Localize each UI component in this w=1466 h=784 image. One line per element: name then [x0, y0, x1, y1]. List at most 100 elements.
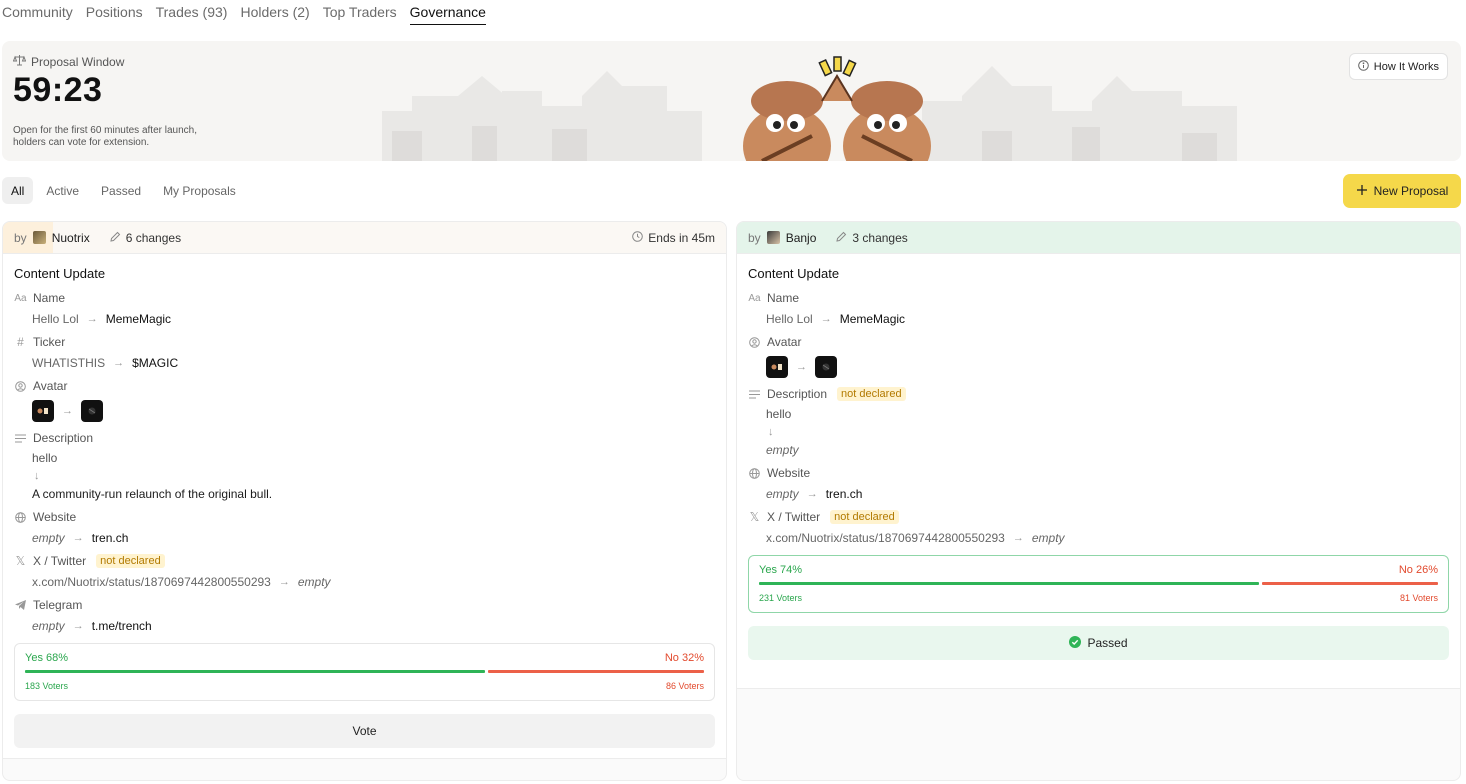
field-ticker: # Ticker WHATISTHIS → $MAGIC	[14, 335, 715, 370]
arrow-right-icon: →	[806, 488, 818, 500]
avatar-new	[81, 400, 103, 422]
proposal-window-label: Proposal Window	[12, 54, 124, 69]
vote-results: Yes 74% No 26% 231 Voters 81 Voters	[748, 555, 1449, 613]
text-icon: Aa	[748, 292, 761, 304]
yes-percent: Yes 74%	[759, 564, 803, 576]
info-icon	[1357, 59, 1369, 74]
field-twitter: 𝕏X / Twitter not declared x.com/Nuotrix/s…	[15, 554, 331, 589]
not-declared-badge: not declared	[96, 554, 165, 568]
arrow-right-icon: →	[820, 313, 832, 325]
tab-top-traders[interactable]: Top Traders	[323, 0, 397, 25]
changes-count: 6 changes	[110, 231, 181, 245]
vote-bar	[759, 582, 1438, 585]
user-circle-icon	[14, 380, 27, 393]
avatar-new	[815, 356, 837, 378]
filter-passed[interactable]: Passed	[92, 177, 150, 204]
field-telegram: Telegram empty → t.me/trench	[14, 598, 715, 633]
field-website: Website empty → tren.ch	[748, 466, 1449, 501]
filter-my-proposals[interactable]: My Proposals	[154, 177, 245, 204]
banner-illustration	[382, 56, 1237, 161]
arrow-right-icon: →	[278, 576, 290, 588]
author-avatar	[766, 231, 780, 244]
no-bar	[487, 670, 704, 673]
lines-icon	[748, 388, 761, 401]
not-declared-badge: not declared	[830, 510, 899, 524]
field-description: Description hello ↓ A community-run rela…	[14, 431, 715, 501]
check-circle-icon	[1069, 635, 1082, 651]
avatar-old	[766, 356, 788, 378]
clock-icon	[632, 231, 644, 245]
arrow-down-icon: ↓	[768, 426, 774, 438]
changes-count: 3 changes	[836, 231, 908, 245]
proposal-title: Content Update	[748, 266, 840, 281]
banner-description: Open for the first 60 minutes after laun…	[13, 125, 197, 148]
new-proposal-button[interactable]: New Proposal	[1343, 174, 1461, 208]
vote-bar	[25, 670, 704, 673]
no-voters: 86 Voters	[665, 681, 704, 691]
top-tabs: Community Positions Trades (93) Holders …	[2, 0, 486, 26]
author-name[interactable]: Banjo	[786, 231, 817, 245]
pencil-icon	[110, 231, 121, 245]
field-twitter: 𝕏X / Twitter not declared x.com/Nuotrix/s…	[749, 510, 1065, 545]
telegram-icon	[14, 599, 27, 612]
tab-community[interactable]: Community	[2, 0, 73, 25]
arrow-right-icon: →	[113, 357, 125, 369]
vote-results: Yes 68% No 32% 183 Voters 86 Voters	[14, 643, 715, 701]
filter-active[interactable]: Active	[37, 177, 88, 204]
arrow-down-icon: ↓	[34, 470, 40, 482]
x-logo-icon: 𝕏	[749, 510, 760, 524]
countdown-timer: 59:23	[13, 71, 103, 109]
ends-in: Ends in 45m	[632, 231, 715, 245]
proposal-header: by Nuotrix 6 changes Ends in 45m	[3, 222, 726, 254]
field-name: Aa Name Hello Lol → MemeMagic	[748, 291, 906, 326]
no-percent: No 26%	[1398, 564, 1438, 576]
proposal-card: by Banjo 3 changes Content Update Aa Name…	[736, 221, 1461, 781]
field-description: Description not declared hello ↓ empty	[748, 387, 1449, 457]
tab-holders[interactable]: Holders (2)	[240, 0, 309, 25]
no-bar	[1262, 582, 1438, 585]
x-logo-icon: 𝕏	[15, 554, 26, 568]
proposal-header: by Banjo 3 changes	[737, 222, 1460, 254]
how-it-works-button[interactable]: How It Works	[1348, 53, 1448, 80]
vote-button[interactable]: Vote	[14, 714, 715, 748]
yes-voters: 231 Voters	[759, 593, 803, 603]
filter-all[interactable]: All	[2, 177, 34, 204]
arrow-right-icon: →	[796, 361, 807, 373]
globe-icon	[748, 467, 761, 480]
passed-status: Passed	[748, 626, 1449, 660]
proposal-filters: All Active Passed My Proposals	[2, 177, 245, 204]
proposal-body: Content Update Aa Name Hello Lol → MemeMagi…	[3, 254, 726, 759]
field-website: Website empty → tren.ch	[14, 510, 715, 545]
field-avatar: Avatar →	[14, 379, 715, 422]
tab-trades[interactable]: Trades (93)	[156, 0, 228, 25]
scale-icon	[12, 54, 27, 69]
avatar-old	[32, 400, 54, 422]
user-circle-icon	[748, 336, 761, 349]
yes-bar	[759, 582, 1260, 585]
text-icon: Aa	[14, 292, 27, 304]
no-voters: 81 Voters	[1399, 593, 1438, 603]
field-avatar: Avatar →	[748, 335, 1449, 378]
proposal-window-banner: Proposal Window 59:23 Open for the first…	[2, 41, 1461, 161]
arrow-right-icon: →	[72, 620, 84, 632]
proposal-body: Content Update Aa Name Hello Lol → MemeMagi…	[737, 254, 1460, 689]
not-declared-badge: not declared	[837, 387, 906, 401]
lines-icon	[14, 432, 27, 445]
proposal-card: by Nuotrix 6 changes Ends in 45m Content…	[2, 221, 727, 781]
tab-governance[interactable]: Governance	[409, 0, 486, 25]
author-avatar	[32, 231, 46, 244]
proposal-title: Content Update	[14, 266, 106, 281]
plus-icon	[1356, 184, 1368, 199]
author-name[interactable]: Nuotrix	[52, 231, 90, 245]
arrow-right-icon: →	[1012, 532, 1024, 544]
tab-positions[interactable]: Positions	[86, 0, 143, 25]
no-percent: No 32%	[664, 652, 704, 664]
yes-percent: Yes 68%	[25, 652, 69, 664]
arrow-right-icon: →	[72, 532, 84, 544]
globe-icon	[14, 511, 27, 524]
yes-voters: 183 Voters	[25, 681, 69, 691]
field-name: Aa Name Hello Lol → MemeMagic	[14, 291, 172, 326]
arrow-right-icon: →	[86, 313, 98, 325]
yes-bar	[25, 670, 485, 673]
arrow-right-icon: →	[62, 405, 73, 417]
